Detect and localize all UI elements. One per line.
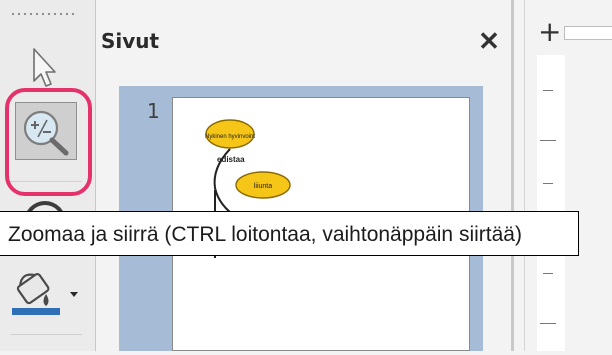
toolbar-separator (10, 181, 82, 182)
page-number: 1 (147, 99, 160, 123)
zoom-tool-tooltip: Zoomaa ja siirrä (CTRL loitontaa, vaihto… (0, 211, 579, 256)
close-sidebar-button[interactable]: ✕ (474, 27, 504, 55)
vertical-ruler (537, 55, 565, 351)
crosshair-icon: + (538, 15, 562, 48)
horizontal-ruler (564, 26, 612, 40)
pointer-arrow-icon (33, 48, 56, 87)
sidebar-title: Sivut (101, 29, 160, 53)
paint-bucket-icon (12, 273, 78, 315)
close-icon: ✕ (478, 26, 500, 56)
panel-splitter[interactable] (511, 0, 514, 351)
zoom-pan-icon (23, 110, 69, 156)
zoom-pan-tool-button[interactable] (15, 102, 77, 160)
mindmap-connector-label: edistaa (217, 155, 245, 164)
fill-color-button[interactable] (8, 268, 78, 320)
mindmap-root-label: Nykinen hyvinvoint (205, 134, 255, 140)
select-tool-button[interactable] (22, 45, 62, 90)
ruler-area: + (525, 0, 612, 351)
toolbar-grip[interactable] (10, 12, 74, 16)
mindmap-child-label: liiunta (254, 183, 272, 190)
toolbar-separator (10, 334, 82, 335)
pages-sidebar: Sivut ✕ 1 Nykinen hyvinvoint edistaa lii… (96, 0, 511, 351)
drawing-toolbar (0, 0, 95, 351)
